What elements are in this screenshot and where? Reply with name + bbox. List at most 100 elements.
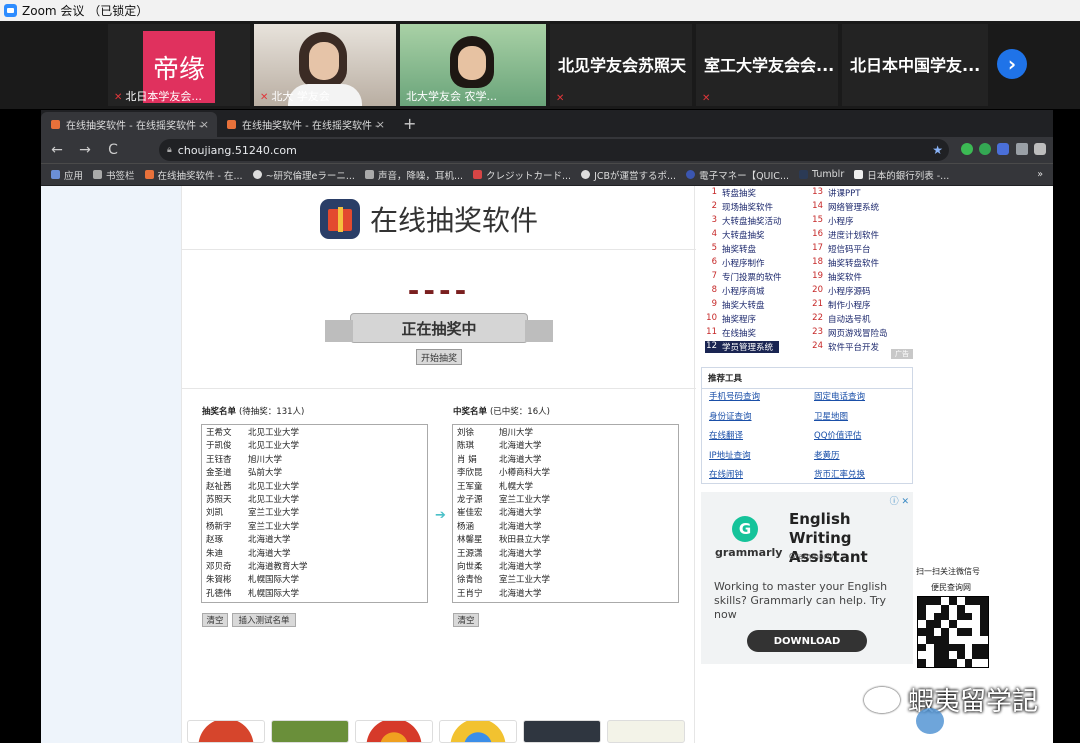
grammarly-ad[interactable]: ⓘ ✕ G grammarly English Writing Assistan… [701, 492, 913, 664]
chat-bubble-icon[interactable] [916, 708, 944, 734]
sponsored-link[interactable]: 8 小程序商城 [705, 285, 765, 297]
link-number: 16 [812, 229, 823, 239]
sponsored-link[interactable]: 3 大转盘抽奖活动 [705, 215, 782, 227]
wheel-thumbnail[interactable] [187, 720, 265, 743]
tool-link[interactable]: 手机号码查询 [709, 390, 760, 402]
clear-pending-button[interactable]: 清空 [202, 613, 228, 627]
pending-list-header: 抽奖名单 (待抽奖：131人) [202, 407, 305, 417]
tool-link[interactable]: 身份证查询 [709, 410, 752, 422]
media-icon[interactable] [1034, 143, 1046, 155]
sponsored-link[interactable]: 23 网页游戏冒险岛 [811, 327, 887, 339]
pending-names-textarea[interactable]: 王希文 北见工业大学 于凯俊 北见工业大学 王钰杏 旭川大学 金圣道 弘前大学 赵祉茜 北见工业大… [201, 424, 428, 603]
person-school: 札幌国际大学 [248, 588, 300, 599]
bookmark-item[interactable]: 声音，降噪，耳机... [364, 168, 463, 182]
tool-link[interactable]: 货币汇率兑换 [814, 468, 865, 480]
back-icon[interactable]: ← [45, 142, 69, 158]
tool-link[interactable]: 固定电话查询 [814, 390, 865, 402]
bookmarks-bar: 应用 书签栏 在线抽奖软件 - 在... ~研究倫理eラーニ... 声音，降噪，… [41, 163, 1053, 185]
sponsored-link[interactable]: 1 转盘抽奖 [705, 187, 756, 199]
tool-link[interactable]: 老黄历 [814, 449, 840, 461]
sponsored-link[interactable]: 5 抽奖转盘 [705, 243, 756, 255]
adchoices-icon[interactable]: ⓘ ✕ [890, 494, 909, 507]
sponsored-link[interactable]: 9 抽奖大转盘 [705, 299, 765, 311]
sponsored-link[interactable]: 24 软件平台开发 [811, 341, 879, 353]
sponsored-link[interactable]: 12 学员管理系统 [705, 341, 780, 353]
qr-module [925, 597, 934, 605]
list-item: 龙子源 室兰工业大学 [457, 494, 674, 507]
sponsored-link[interactable]: 10 抽奖程序 [705, 313, 756, 325]
ad-download-button[interactable]: DOWNLOAD [747, 630, 867, 652]
sponsored-link[interactable]: 4 大转盘抽奖 [705, 229, 765, 241]
participant-tile[interactable]: 北见学友会苏照天 ✕ [550, 24, 692, 106]
bookmark-item[interactable]: クレジットカード... [473, 168, 571, 182]
wheel-thumbnail[interactable] [355, 720, 433, 743]
bookmark-item[interactable]: 電子マネー【QUIC... [686, 168, 789, 182]
insert-test-list-button[interactable]: 插入测试名单 [232, 613, 296, 627]
sponsored-link[interactable]: 6 小程序制作 [705, 257, 765, 269]
bookmarks-overflow[interactable]: » [1037, 169, 1043, 180]
sponsored-link[interactable]: 2 现场抽奖软件 [705, 201, 773, 213]
participant-tile[interactable]: 室工大学友会会... ✕ [696, 24, 838, 106]
link-label: 软件平台开发 [828, 343, 880, 353]
watermark: 蝦夷留学記 [864, 681, 1038, 718]
bookmark-item[interactable]: 书签栏 [93, 168, 135, 182]
bookmark-item[interactable]: JCBが運営するポ... [581, 168, 676, 182]
sponsored-link[interactable]: 16 进度计划软件 [811, 229, 879, 241]
extension-icon[interactable] [997, 143, 1009, 155]
sponsored-link[interactable]: 11 在线抽奖 [705, 327, 756, 339]
clear-winners-button[interactable]: 清空 [453, 613, 479, 627]
tool-link[interactable]: QQ价值评估 [814, 429, 861, 441]
tab-title: 在线抽奖软件 - 在线摇奖软件 - [242, 121, 379, 132]
light-thumbnail[interactable] [607, 720, 685, 743]
extension-icon[interactable] [961, 143, 973, 155]
participant-video-tile[interactable]: 北大学友会 农学... [400, 24, 546, 106]
winners-names-textarea[interactable]: 刘徐 旭川大学 陈琪 北海道大学肖 娟北海道大学 李欣昆 小樽商科大学 王军童 札幌大学 龙子源… [452, 424, 679, 603]
tool-link[interactable]: 卫星地图 [814, 410, 848, 422]
person-name: 于凯俊 [206, 441, 232, 452]
address-bar[interactable]: 🔒︎ choujiang.51240.com ★ [159, 139, 949, 161]
bookmark-star-icon[interactable]: ★ [932, 143, 943, 157]
reload-icon[interactable]: C [101, 142, 125, 158]
wheel-thumbnail[interactable] [439, 720, 517, 743]
link-label: 现场抽奖软件 [722, 203, 774, 213]
participant-tile[interactable]: 帝缘 ✕ 北日本学友会... [108, 24, 250, 106]
bookmark-item[interactable]: 应用 [51, 168, 83, 182]
game-thumbnail[interactable] [271, 720, 349, 743]
sponsored-link[interactable]: 20 小程序源码 [811, 285, 870, 297]
tab-close-icon[interactable]: × [200, 118, 209, 131]
list-item: 林馨星 秋田县立大学 [457, 534, 674, 547]
participant-video-tile[interactable]: ✕ 北大 学友会 [254, 24, 396, 106]
sponsored-link[interactable]: 22 自动选号机 [811, 313, 870, 325]
tool-link[interactable]: 在线翻译 [709, 429, 743, 441]
browser-tab[interactable]: 在线抽奖软件 - 在线摇奖软件 - × [217, 112, 393, 137]
qr-module [918, 612, 926, 621]
sponsored-link[interactable]: 21 制作小程序 [811, 299, 870, 311]
browser-tab-active[interactable]: 在线抽奖软件 - 在线摇奖软件 - × [41, 112, 217, 137]
start-draw-button[interactable]: 开始抽奖 [416, 349, 462, 365]
forward-icon[interactable]: → [73, 142, 97, 158]
new-tab-button[interactable]: + [393, 112, 426, 136]
participant-tile[interactable]: 北日本中国学友... [842, 24, 988, 106]
tool-link[interactable]: 在线闹钟 [709, 468, 743, 480]
sponsored-link[interactable]: 14 网络管理系统 [811, 201, 879, 213]
next-participants-button[interactable]: › [997, 49, 1027, 79]
sponsored-link[interactable]: 17 短信码平台 [811, 243, 870, 255]
sponsored-link[interactable]: 19 抽奖软件 [811, 271, 862, 283]
sponsored-link[interactable]: 15 小程序 [811, 215, 853, 227]
bookmark-item[interactable]: 在线抽奖软件 - 在... [144, 168, 243, 182]
bookmark-item[interactable]: Tumblr [799, 169, 844, 180]
sponsored-link[interactable]: 13 讲课PPT [811, 187, 860, 199]
tool-link[interactable]: IP地址查询 [709, 449, 751, 461]
tab-close-icon[interactable]: × [376, 118, 385, 131]
bookmark-item[interactable]: 日本的銀行列表 -... [854, 168, 949, 182]
lock-icon: 🔒︎ [167, 145, 172, 155]
extension-icon[interactable] [979, 143, 991, 155]
sponsored-link[interactable]: 7 专门投票的软件 [705, 271, 782, 283]
qr-module [964, 651, 973, 660]
bookmark-item[interactable]: ~研究倫理eラーニ... [252, 168, 355, 182]
list-item: 刘凯 室兰工业大学 [206, 507, 423, 520]
qr-module [980, 604, 988, 613]
dark-thumbnail[interactable] [523, 720, 601, 743]
sponsored-link[interactable]: 18 抽奖转盘软件 [811, 257, 879, 269]
puzzle-icon[interactable] [1016, 143, 1028, 155]
